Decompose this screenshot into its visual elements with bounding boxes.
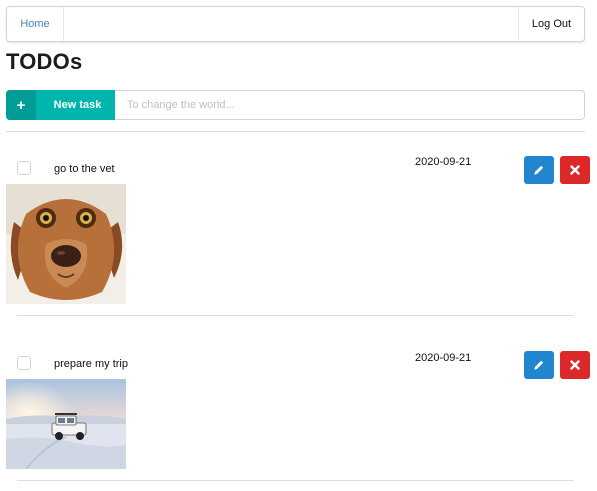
edit-button[interactable]: [524, 156, 554, 184]
new-task-input[interactable]: [115, 90, 585, 120]
logout-button[interactable]: Log Out: [518, 7, 584, 41]
new-task-label: New task: [53, 99, 102, 111]
plus-icon: +: [6, 90, 36, 120]
delete-button[interactable]: [560, 351, 590, 379]
dog-photo: [6, 184, 126, 304]
new-task-bar: + New task: [6, 90, 585, 120]
todo-date: 2020-09-21: [415, 156, 472, 168]
todo-item: prepare my trip 2020-09-21: [0, 345, 597, 482]
pencil-icon: [533, 359, 545, 371]
divider: [6, 131, 585, 132]
close-icon: [570, 165, 580, 175]
page-title: TODOs: [6, 49, 83, 74]
todo-date: 2020-09-21: [415, 352, 472, 364]
todo-checkbox[interactable]: [17, 356, 31, 370]
delete-button[interactable]: [560, 156, 590, 184]
divider: [17, 315, 574, 316]
todo-item: go to the vet 2020-09-21: [0, 150, 597, 316]
todo-text: prepare my trip: [54, 358, 128, 370]
new-task-button[interactable]: + New task: [6, 90, 115, 120]
pencil-icon: [533, 164, 545, 176]
close-icon: [570, 360, 580, 370]
divider: [17, 480, 574, 481]
snowy-landscape-car-photo: [6, 379, 126, 469]
todo-checkbox[interactable]: [17, 161, 31, 175]
nav-home-link[interactable]: Home: [7, 7, 64, 41]
todo-text: go to the vet: [54, 163, 115, 175]
edit-button[interactable]: [524, 351, 554, 379]
top-navbar: Home Log Out: [6, 6, 585, 42]
